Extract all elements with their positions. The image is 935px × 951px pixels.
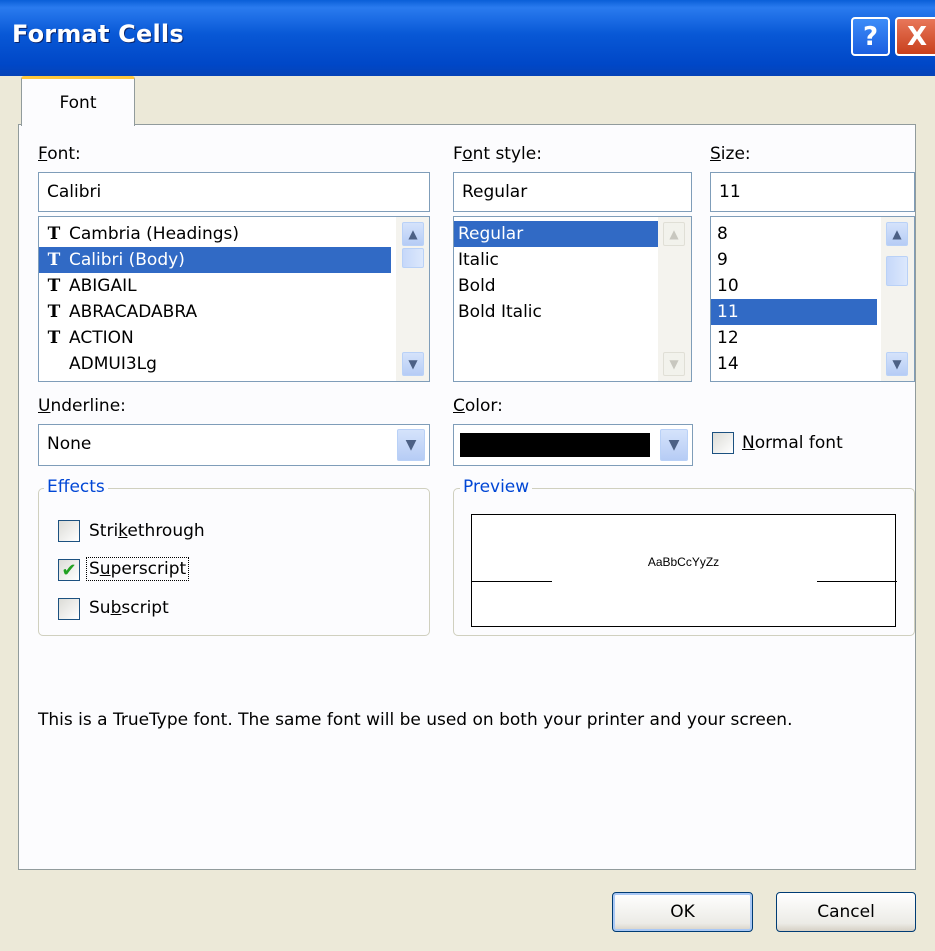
scroll-up-icon[interactable]: ▲ — [402, 222, 424, 246]
size-input[interactable]: 11 — [710, 172, 915, 212]
subscript-checkbox[interactable] — [58, 598, 80, 620]
list-item[interactable]: T Calibri (Body) — [39, 247, 391, 273]
list-item[interactable]: Regular — [454, 221, 658, 247]
preview-box: AaBbCcYyZz — [471, 514, 897, 627]
truetype-icon: T — [47, 276, 61, 296]
truetype-icon: T — [47, 250, 61, 270]
font-style-input[interactable]: Regular — [453, 172, 692, 212]
truetype-icon: T — [47, 302, 61, 322]
color-swatch — [460, 433, 650, 457]
list-item[interactable]: T ACTION — [39, 325, 429, 351]
scroll-down-icon[interactable]: ▼ — [886, 352, 908, 376]
scroll-up-icon[interactable]: ▲ — [886, 222, 908, 246]
list-item[interactable]: 11 — [711, 299, 877, 325]
scroll-down-icon[interactable]: ▼ — [663, 352, 685, 376]
font-style-label: Font style: — [453, 144, 542, 164]
list-item[interactable]: Bold — [454, 273, 691, 299]
chevron-down-icon[interactable]: ▼ — [397, 429, 425, 461]
normal-font-checkbox[interactable] — [712, 432, 734, 454]
ok-button[interactable]: OK — [612, 892, 753, 932]
list-item[interactable]: ADMUI3Lg — [39, 351, 429, 377]
subscript-label[interactable]: Subscript — [89, 598, 169, 618]
font-input-value: Calibri — [47, 182, 102, 202]
list-item[interactable]: T ABIGAIL — [39, 273, 429, 299]
preview-sample: AaBbCcYyZz — [647, 555, 720, 569]
scroll-thumb[interactable] — [402, 248, 424, 268]
color-label: Color: — [453, 396, 503, 416]
scroll-up-icon[interactable]: ▲ — [663, 222, 685, 246]
font-list[interactable]: T Cambria (Headings) T Calibri (Body) T ABI… — [38, 216, 430, 382]
list-item[interactable]: Bold Italic — [454, 299, 691, 325]
underline-select[interactable]: None ▼ — [38, 424, 430, 466]
window-title: Format Cells — [12, 20, 184, 48]
list-item[interactable]: T ABRACADABRA — [39, 299, 429, 325]
superscript-label[interactable]: Superscript — [86, 557, 190, 581]
list-item[interactable]: T Cambria (Headings) — [39, 221, 429, 247]
chevron-down-icon[interactable]: ▼ — [660, 429, 688, 461]
close-icon: X — [906, 21, 928, 52]
truetype-info-text: This is a TrueType font. The same font w… — [38, 710, 793, 730]
font-style-input-value: Regular — [462, 182, 528, 202]
truetype-icon: T — [47, 224, 61, 244]
checkmark-icon: ✔ — [61, 559, 77, 581]
baseline-left — [472, 581, 552, 582]
help-button[interactable]: ? — [851, 17, 890, 56]
effects-label: Effects — [44, 477, 108, 497]
superscript-checkbox[interactable]: ✔ — [58, 559, 80, 581]
tab-font[interactable]: Font — [21, 76, 135, 126]
font-input[interactable]: Calibri — [38, 172, 430, 212]
font-label: Font: — [38, 144, 81, 164]
normal-font-label[interactable]: Normal font — [742, 433, 843, 453]
help-icon: ? — [862, 21, 879, 52]
baseline-right — [817, 581, 897, 582]
tab-font-label: Font — [59, 92, 97, 113]
strikethrough-label[interactable]: Strikethrough — [89, 521, 205, 541]
underline-label: Underline: — [38, 396, 126, 416]
list-item[interactable]: Italic — [454, 247, 691, 273]
underline-value: None — [47, 434, 92, 454]
cancel-button[interactable]: Cancel — [776, 892, 916, 932]
scroll-thumb[interactable] — [886, 256, 908, 286]
size-input-value: 11 — [719, 182, 741, 202]
close-button[interactable]: X — [895, 17, 935, 56]
font-style-list[interactable]: Regular Italic Bold Bold Italic — [453, 216, 692, 382]
color-select[interactable]: ▼ — [453, 424, 693, 466]
strikethrough-checkbox[interactable] — [58, 520, 80, 542]
truetype-icon: T — [47, 328, 61, 348]
preview-label: Preview — [460, 477, 533, 497]
size-label: Size: — [710, 144, 751, 164]
scroll-down-icon[interactable]: ▼ — [402, 352, 424, 376]
